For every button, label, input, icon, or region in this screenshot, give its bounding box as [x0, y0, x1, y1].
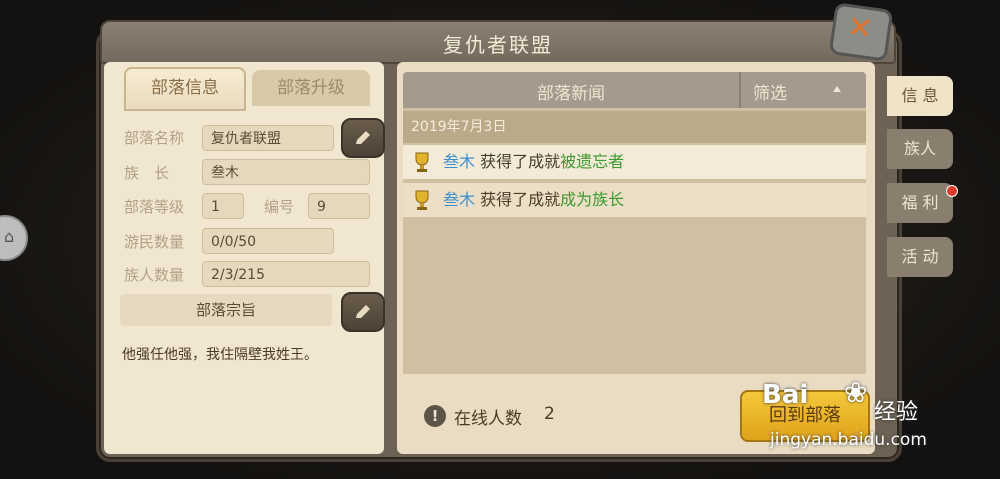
news-header: 部落新闻 筛选 [403, 72, 866, 108]
watermark-logo: Bai [762, 380, 809, 410]
member-name[interactable]: 叁木 [443, 152, 475, 171]
home-icon: ⌂ [4, 227, 15, 246]
news-verb: 获得了成就 [475, 190, 561, 209]
close-button[interactable]: ✕ [828, 2, 894, 62]
name-label: 部落名称 [124, 129, 185, 147]
pencil-icon [356, 131, 370, 144]
sort-up-icon [833, 86, 841, 92]
tab-activities[interactable]: 活 动 [887, 237, 953, 277]
online-label: 在线人数 [454, 409, 522, 429]
level-field: 1 [202, 193, 244, 219]
list-item: 叁木 获得了成就被遗忘者 [403, 145, 866, 179]
title-bar: 复仇者联盟 [100, 20, 896, 64]
watermark-url: jingyan.baidu.com [770, 430, 927, 450]
purpose-heading: 部落宗旨 [120, 294, 332, 326]
filter-button[interactable]: 筛选 [753, 79, 787, 104]
trophy-icon [415, 190, 429, 210]
close-icon: ✕ [845, 9, 875, 48]
news-date: 2019年7月3日 [403, 111, 866, 143]
edit-name-button[interactable] [341, 118, 385, 158]
achievement-name: 成为族长 [560, 190, 625, 209]
member-name[interactable]: 叁木 [443, 190, 475, 209]
tab-tribe-upgrade[interactable]: 部落升级 [252, 70, 370, 106]
news-title: 部落新闻 [537, 84, 605, 104]
member-label: 族人数量 [124, 266, 185, 284]
tab-tribe-info[interactable]: 部落信息 [124, 67, 246, 111]
tab-welfare[interactable]: 福 利 [887, 183, 953, 223]
watermark-text: 经验 [874, 400, 919, 425]
tribe-info-panel [104, 62, 384, 454]
level-label: 部落等级 [124, 198, 185, 216]
trophy-icon [415, 152, 429, 172]
name-field: 复仇者联盟 [202, 125, 334, 151]
watermark: Bai ❀ 经验 jingyan.baidu.com [762, 372, 982, 462]
notification-dot [946, 185, 958, 197]
purpose-text: 他强任他强，我住隔壁我姓王。 [122, 347, 318, 363]
list-item: 叁木 获得了成就成为族长 [403, 183, 866, 217]
page-title: 复仇者联盟 [443, 33, 553, 57]
edit-purpose-button[interactable] [341, 292, 385, 332]
online-count: 2 [544, 404, 555, 424]
id-label: 编号 [264, 198, 295, 216]
nomad-label: 游民数量 [124, 233, 185, 251]
member-field: 2/3/215 [202, 261, 370, 287]
info-icon[interactable]: ! [424, 405, 446, 427]
divider [739, 72, 741, 108]
pencil-icon [356, 305, 370, 318]
paw-icon: ❀ [844, 376, 868, 409]
id-field: 9 [308, 193, 370, 219]
nomad-field: 0/0/50 [202, 228, 334, 254]
tab-members[interactable]: 族人 [887, 129, 953, 169]
chief-field: 叁木 [202, 159, 370, 185]
tab-info[interactable]: 信 息 [887, 76, 953, 116]
chief-label: 族 长 [124, 164, 170, 182]
news-verb: 获得了成就 [475, 152, 561, 171]
achievement-name: 被遗忘者 [560, 152, 625, 171]
